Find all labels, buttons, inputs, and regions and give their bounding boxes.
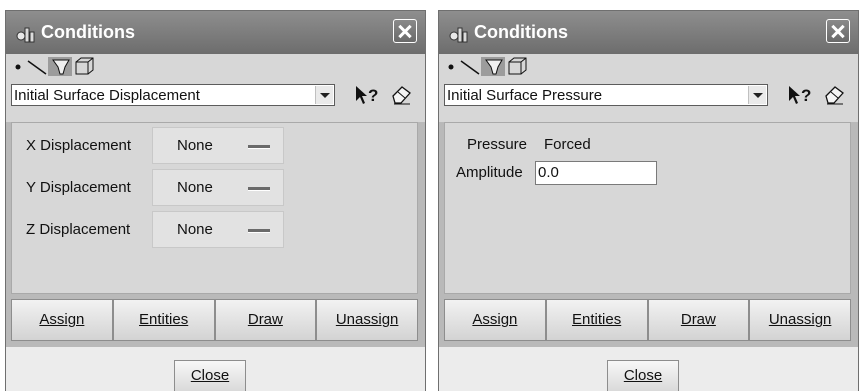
amplitude-label: Amplitude [456,164,523,181]
pressure-label: Pressure [467,136,528,153]
geometry-icons [15,57,94,76]
volume-icon[interactable] [508,57,527,75]
conditions-app-icon [16,27,35,43]
x-displacement-value: None [177,137,213,154]
geometry-icons [448,57,527,76]
z-displacement-option[interactable]: None [152,211,284,248]
pressure-value: Forced [544,136,591,153]
z-displacement-label: Z Displacement [26,221,131,238]
condition-type-value: Initial Surface Displacement [14,87,200,104]
conditions-dialog-pressure: Conditions Initial Surface Pressure ? Pr… [438,10,859,391]
option-menu-indicator-icon [248,187,270,191]
y-displacement-option[interactable]: None [152,169,284,206]
condition-type-row: Initial Surface Pressure ? [439,79,858,122]
svg-text:?: ? [368,86,378,105]
entities-button[interactable]: Entities [545,299,648,341]
condition-values-panel: Pressure Forced Amplitude 0.0 [444,122,851,294]
surface-icon[interactable] [48,57,72,76]
line-icon[interactable] [460,60,480,75]
unassign-button[interactable]: Unassign [749,299,851,341]
eraser-icon[interactable] [823,84,845,106]
conditions-dialog-displacement: Conditions Initial Surface Displacement … [5,10,426,391]
draw-button[interactable]: Draw [214,299,317,341]
line-icon[interactable] [27,60,47,75]
dialog-title: Conditions [41,22,135,42]
volume-icon[interactable] [75,57,94,75]
z-displacement-value: None [177,221,213,238]
action-buttons: Assign Entities Draw Unassign [11,299,418,341]
close-window-icon[interactable] [826,19,850,43]
condition-type-select[interactable]: Initial Surface Displacement [11,84,335,106]
amplitude-value: 0.0 [538,164,559,181]
option-menu-indicator-icon [248,229,270,233]
dialog-title: Conditions [474,22,568,42]
option-menu-indicator-icon [248,145,270,149]
help-pointer-icon[interactable]: ? [786,84,816,106]
unassign-button[interactable]: Unassign [316,299,418,341]
title-bar[interactable]: Conditions [439,11,858,54]
geometry-toolbar [6,54,425,79]
surface-icon[interactable] [481,57,505,76]
assign-button[interactable]: Assign [11,299,113,341]
point-icon[interactable] [448,64,454,70]
svg-text:?: ? [801,86,811,105]
dialog-footer: Close [439,347,858,391]
point-icon[interactable] [15,64,21,70]
close-button[interactable]: Close [607,360,679,391]
title-bar[interactable]: Conditions [6,11,425,54]
close-button[interactable]: Close [174,360,246,391]
help-pointer-icon[interactable]: ? [353,84,383,106]
action-buttons: Assign Entities Draw Unassign [444,299,851,341]
condition-type-value: Initial Surface Pressure [447,87,603,104]
x-displacement-label: X Displacement [26,137,132,154]
condition-type-row: Initial Surface Displacement ? [6,79,425,122]
dialog-footer: Close [6,347,425,391]
conditions-app-icon [449,27,468,43]
condition-values-panel: X Displacement None Y Displacement None … [11,122,418,294]
x-displacement-option[interactable]: None [152,127,284,164]
eraser-icon[interactable] [390,84,412,106]
condition-type-select[interactable]: Initial Surface Pressure [444,84,768,106]
chevron-down-icon[interactable] [315,86,333,104]
assign-button[interactable]: Assign [444,299,546,341]
draw-button[interactable]: Draw [647,299,750,341]
close-window-icon[interactable] [393,19,417,43]
geometry-toolbar [439,54,858,79]
amplitude-input[interactable]: 0.0 [535,161,657,185]
chevron-down-icon[interactable] [748,86,766,104]
entities-button[interactable]: Entities [112,299,215,341]
y-displacement-value: None [177,179,213,196]
y-displacement-label: Y Displacement [26,179,131,196]
